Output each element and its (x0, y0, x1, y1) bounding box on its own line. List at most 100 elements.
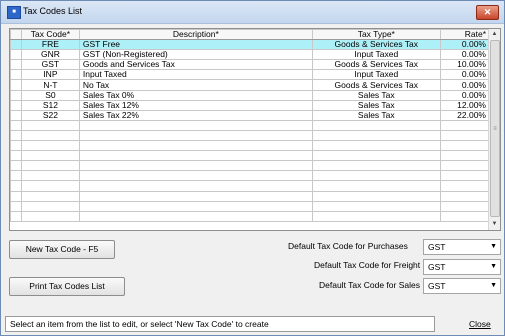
cell-description[interactable] (78, 129, 313, 142)
cell-rate[interactable]: 0.00% (439, 69, 491, 81)
row-marker[interactable] (10, 160, 22, 172)
cell-tax-code[interactable]: S22 (20, 109, 80, 121)
cell-description[interactable] (78, 119, 313, 131)
cell-description[interactable] (78, 190, 313, 202)
cell-tax-code[interactable]: GST (20, 59, 80, 71)
empty-table-row[interactable] (10, 119, 491, 131)
table-row[interactable]: FRE GST Free Goods & Services Tax 0.00% (10, 39, 491, 51)
column-header-tax-type[interactable]: Tax Type* (311, 29, 441, 41)
default-purchases-select[interactable]: GST ▼ (423, 239, 501, 255)
empty-table-row[interactable] (10, 190, 491, 202)
cell-tax-code[interactable] (20, 180, 80, 192)
cell-rate[interactable]: 0.00% (439, 39, 491, 51)
scroll-thumb[interactable]: ≡ (490, 40, 500, 217)
row-marker[interactable] (10, 150, 22, 162)
cell-tax-code[interactable] (20, 129, 80, 142)
row-marker[interactable] (10, 129, 22, 142)
cell-tax-type[interactable] (311, 190, 441, 202)
cell-description[interactable] (78, 150, 313, 162)
cell-tax-type[interactable]: Sales Tax (311, 99, 441, 111)
cell-tax-type[interactable] (311, 140, 441, 152)
row-marker[interactable] (10, 39, 22, 51)
table-row[interactable]: S22 Sales Tax 22% Sales Tax 22.00% (10, 109, 491, 121)
cell-description[interactable]: No Tax (78, 79, 313, 91)
window-close-button[interactable]: ✕ (476, 5, 499, 20)
row-marker[interactable] (10, 49, 22, 61)
cell-tax-type[interactable] (311, 170, 441, 182)
cell-rate[interactable] (439, 150, 491, 162)
empty-table-row[interactable] (10, 140, 491, 152)
row-marker[interactable] (10, 109, 22, 121)
row-marker[interactable] (10, 190, 22, 202)
cell-rate[interactable] (439, 140, 491, 152)
row-marker[interactable] (10, 210, 22, 222)
column-header-rate[interactable]: Rate* (439, 29, 491, 41)
cell-rate[interactable] (439, 170, 491, 182)
cell-rate[interactable] (439, 200, 491, 212)
cell-tax-type[interactable]: Goods & Services Tax (311, 79, 441, 91)
cell-tax-type[interactable] (311, 200, 441, 212)
cell-rate[interactable] (439, 129, 491, 142)
row-marker[interactable] (10, 99, 22, 111)
table-row[interactable]: INP Input Taxed Input Taxed 0.00% (10, 69, 491, 81)
row-marker[interactable] (10, 69, 22, 81)
cell-description[interactable] (78, 160, 313, 172)
cell-description[interactable] (78, 180, 313, 192)
table-row[interactable]: GNR GST (Non-Registered) Input Taxed 0.00% (10, 49, 491, 61)
cell-tax-code[interactable] (20, 140, 80, 152)
cell-tax-type[interactable] (311, 180, 441, 192)
row-marker[interactable] (10, 79, 22, 91)
cell-tax-code[interactable]: FRE (20, 39, 80, 51)
row-marker[interactable] (10, 180, 22, 192)
column-header-tax-code[interactable]: Tax Code* (20, 29, 80, 41)
cell-rate[interactable]: 0.00% (439, 49, 491, 61)
cell-description[interactable] (78, 170, 313, 182)
row-marker[interactable] (10, 170, 22, 182)
cell-tax-code[interactable]: INP (20, 69, 80, 81)
cell-tax-type[interactable]: Goods & Services Tax (311, 39, 441, 51)
cell-description[interactable]: GST Free (78, 39, 313, 51)
cell-tax-type[interactable] (311, 119, 441, 131)
cell-rate[interactable]: 10.00% (439, 59, 491, 71)
cell-description[interactable]: Sales Tax 12% (78, 99, 313, 111)
table-row[interactable]: S0 Sales Tax 0% Sales Tax 0.00% (10, 89, 491, 101)
scroll-up-icon[interactable]: ▲ (490, 30, 499, 39)
row-marker[interactable] (10, 200, 22, 212)
print-tax-codes-list-button[interactable]: Print Tax Codes List (9, 277, 125, 296)
cell-tax-code[interactable] (20, 150, 80, 162)
empty-table-row[interactable] (10, 210, 491, 222)
cell-tax-type[interactable] (311, 150, 441, 162)
empty-table-row[interactable] (10, 180, 491, 192)
row-marker[interactable] (10, 119, 22, 131)
cell-tax-code[interactable]: S0 (20, 89, 80, 101)
row-marker[interactable] (10, 59, 22, 71)
cell-tax-code[interactable] (20, 200, 80, 212)
cell-rate[interactable]: 0.00% (439, 89, 491, 101)
cell-rate[interactable] (439, 119, 491, 131)
default-freight-select[interactable]: GST ▼ (423, 259, 501, 275)
close-button[interactable]: Close (469, 319, 491, 329)
empty-table-row[interactable] (10, 160, 491, 172)
cell-tax-type[interactable]: Sales Tax (311, 89, 441, 101)
row-marker[interactable] (10, 89, 22, 101)
cell-rate[interactable] (439, 180, 491, 192)
empty-table-row[interactable] (10, 170, 491, 182)
cell-tax-code[interactable] (20, 119, 80, 131)
cell-tax-code[interactable] (20, 170, 80, 182)
cell-description[interactable]: GST (Non-Registered) (78, 49, 313, 61)
empty-table-row[interactable] (10, 129, 491, 142)
scroll-down-icon[interactable]: ▼ (490, 220, 499, 229)
cell-rate[interactable]: 12.00% (439, 99, 491, 111)
cell-tax-code[interactable] (20, 210, 80, 222)
table-row[interactable]: GST Goods and Services Tax Goods & Service… (10, 59, 491, 71)
cell-tax-type[interactable]: Goods & Services Tax (311, 59, 441, 71)
cell-rate[interactable]: 22.00% (439, 109, 491, 121)
cell-description[interactable]: Input Taxed (78, 69, 313, 81)
cell-description[interactable]: Sales Tax 22% (78, 109, 313, 121)
cell-tax-code[interactable]: S12 (20, 99, 80, 111)
cell-description[interactable]: Goods and Services Tax (78, 59, 313, 71)
column-header-description[interactable]: Description* (78, 29, 313, 41)
table-row[interactable]: N-T No Tax Goods & Services Tax 0.00% (10, 79, 491, 91)
default-sales-select[interactable]: GST ▼ (423, 278, 501, 294)
cell-tax-type[interactable]: Input Taxed (311, 69, 441, 81)
